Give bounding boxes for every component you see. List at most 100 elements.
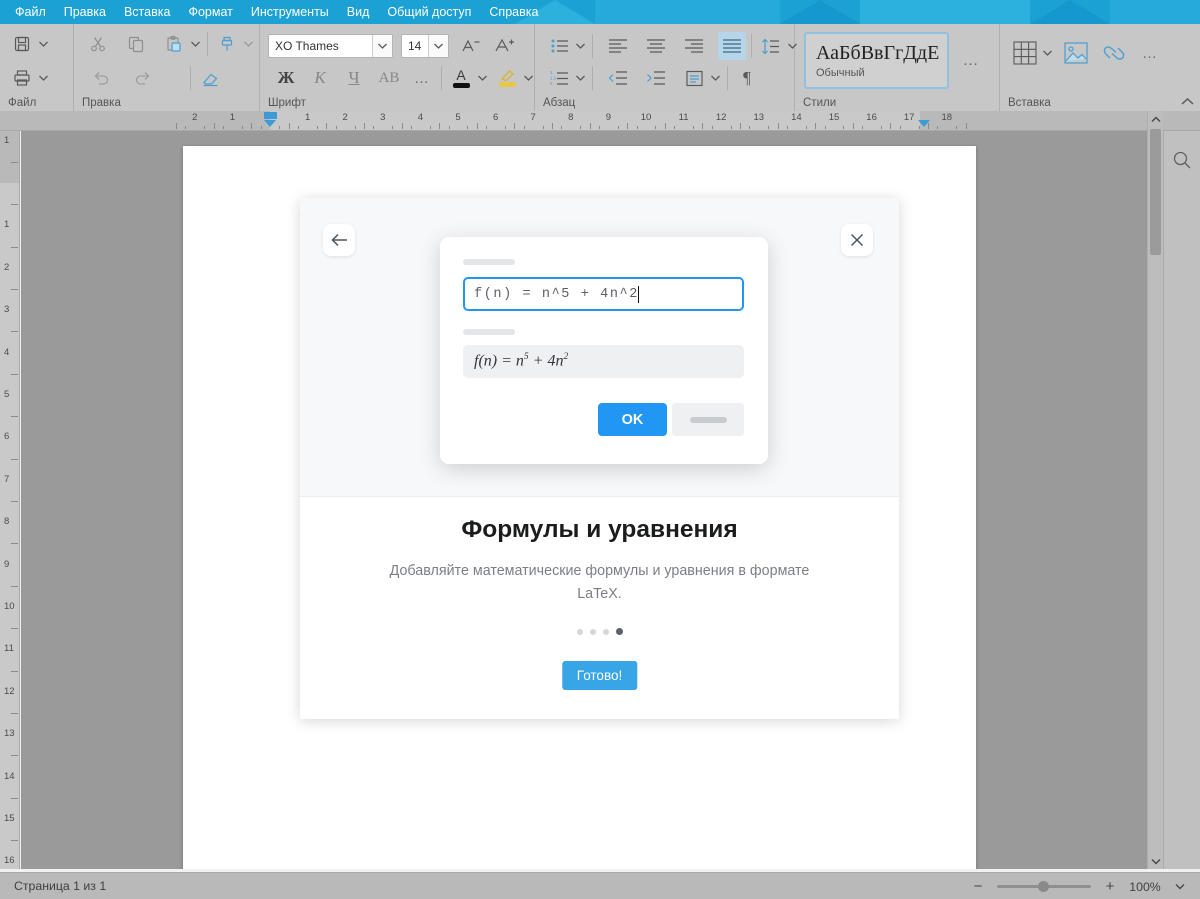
align-left-icon[interactable] — [604, 32, 632, 60]
font-size-caret[interactable] — [428, 35, 448, 57]
ribbon-collapse-button[interactable] — [1181, 95, 1194, 109]
bullet-list-caret[interactable] — [573, 32, 587, 60]
dialog-ok-button[interactable]: OK — [598, 403, 667, 436]
menu-item-collaboration[interactable]: Общий доступ — [378, 0, 480, 24]
print-button[interactable] — [8, 64, 36, 92]
paragraph-borders-caret[interactable] — [708, 64, 722, 92]
font-size-combo[interactable]: 14 — [401, 34, 449, 58]
underline-button[interactable]: Ч — [340, 64, 368, 92]
menu-item-file[interactable]: Файл — [6, 0, 55, 24]
ruler-tick — [279, 126, 281, 129]
ribbon-group-label-insert: Вставка — [1008, 97, 1051, 109]
pagination-dot-2[interactable] — [589, 628, 596, 635]
vertical-scrollbar[interactable] — [1147, 111, 1163, 869]
style-normal-card[interactable]: АаБбВвГгДдЕ Обычный — [804, 32, 949, 89]
paste-icon[interactable] — [160, 30, 188, 58]
font-more-button[interactable]: … — [408, 64, 436, 92]
first-line-indent-marker[interactable] — [264, 112, 277, 119]
decrease-indent-icon[interactable] — [604, 64, 632, 92]
insert-hyperlink-icon[interactable] — [1098, 38, 1130, 68]
format-painter-icon[interactable] — [213, 30, 241, 58]
redo-icon[interactable] — [128, 64, 156, 92]
cut-icon[interactable] — [84, 30, 112, 58]
strikethrough-button[interactable]: AB — [374, 64, 404, 92]
scroll-up-arrow-icon[interactable] — [1148, 111, 1163, 127]
paste-dropdown-caret[interactable] — [188, 30, 202, 58]
scroll-down-arrow-icon[interactable] — [1148, 853, 1163, 869]
paragraph-borders-icon[interactable] — [680, 64, 708, 92]
bullet-list-icon[interactable] — [545, 32, 573, 60]
styles-more-button[interactable]: … — [957, 47, 985, 75]
insert-more-button[interactable]: … — [1136, 39, 1164, 67]
save-button[interactable] — [8, 30, 36, 58]
format-painter-caret[interactable] — [241, 30, 255, 58]
increase-font-size-icon[interactable] — [491, 32, 519, 60]
scrollbar-thumb[interactable] — [1150, 129, 1161, 255]
font-family-combo[interactable]: XO Thames — [268, 34, 393, 58]
vruler-tick — [11, 585, 18, 587]
onboarding-done-button[interactable]: Готово! — [561, 661, 638, 690]
style-name: Обычный — [816, 66, 865, 79]
onboarding-back-button[interactable] — [323, 224, 355, 256]
italic-button[interactable]: К — [306, 64, 334, 92]
ruler-tick — [392, 126, 394, 129]
bold-button[interactable]: Ж — [272, 64, 300, 92]
align-right-icon[interactable] — [680, 32, 708, 60]
menu-item-help[interactable]: Справка — [480, 0, 547, 24]
ribbon-group-label-paragraph: Абзац — [543, 97, 576, 109]
font-color-icon[interactable]: A — [447, 64, 475, 92]
pagination-dot-3[interactable] — [602, 628, 609, 635]
menu-item-format[interactable]: Формат — [179, 0, 241, 24]
align-justify-icon[interactable] — [718, 32, 746, 60]
left-indent-marker[interactable] — [264, 120, 276, 127]
numbered-list-caret[interactable] — [573, 64, 587, 92]
zoom-slider[interactable] — [997, 881, 1091, 892]
zoom-in-button[interactable]: + — [1098, 875, 1122, 899]
ruler-tick — [852, 123, 854, 129]
latex-input-field[interactable]: f(n) = n^5 + 4n^2 — [463, 277, 744, 311]
horizontal-ruler[interactable]: 2 1 1 2 3 4 5 6 7 8 9 10 11 12 13 14 15 16 17 18 — [0, 111, 1200, 131]
highlight-color-icon[interactable] — [493, 64, 521, 92]
insert-image-icon[interactable] — [1060, 38, 1092, 68]
align-center-icon[interactable] — [642, 32, 670, 60]
font-color-caret[interactable] — [475, 64, 489, 92]
pagination-dot-4[interactable] — [615, 628, 623, 635]
svg-text:2.: 2. — [550, 81, 554, 86]
ruler-number: 17 — [903, 112, 915, 123]
vruler-tick — [11, 797, 18, 799]
clear-formatting-icon[interactable] — [196, 64, 224, 92]
font-color-swatch — [452, 82, 470, 88]
ruler-tick — [223, 126, 224, 129]
save-dropdown-caret[interactable] — [36, 30, 50, 58]
font-family-caret[interactable] — [372, 35, 392, 57]
right-indent-marker[interactable] — [918, 120, 930, 127]
ruler-number: 3 — [380, 112, 386, 123]
status-bar: Страница 1 из 1 − + 100% — [0, 872, 1200, 899]
menu-item-edit[interactable]: Правка — [55, 0, 115, 24]
ruler-tick — [514, 123, 516, 129]
zoom-dropdown-caret[interactable] — [1168, 875, 1192, 899]
insert-table-icon[interactable] — [1010, 38, 1040, 68]
undo-icon[interactable] — [88, 64, 116, 92]
pagination-dot-1[interactable] — [576, 628, 583, 635]
latex-input-value: f(n) = n^5 + 4n^2 — [474, 286, 639, 302]
highlight-color-caret[interactable] — [521, 64, 535, 92]
print-dropdown-caret[interactable] — [36, 64, 50, 92]
numbered-list-icon[interactable]: 1. 1.1 2. — [545, 64, 573, 92]
zoom-out-button[interactable]: − — [966, 875, 990, 899]
search-icon[interactable] — [1167, 145, 1197, 175]
menu-item-tools[interactable]: Инструменты — [242, 0, 338, 24]
zoom-slider-thumb[interactable] — [1038, 881, 1050, 892]
menu-item-view[interactable]: Вид — [338, 0, 379, 24]
line-spacing-icon[interactable] — [757, 32, 785, 60]
increase-indent-icon[interactable] — [642, 64, 670, 92]
show-formatting-marks-icon[interactable]: ¶ — [733, 64, 761, 92]
decrease-font-size-icon[interactable] — [457, 32, 485, 60]
ruler-tick — [523, 126, 525, 129]
vertical-ruler[interactable]: 1 1 2 3 4 5 6 7 8 9 10 11 12 13 14 15 16 — [0, 131, 20, 869]
onboarding-close-button[interactable] — [841, 224, 873, 256]
menu-item-insert[interactable]: Вставка — [115, 0, 179, 24]
dialog-cancel-button[interactable] — [672, 403, 744, 436]
copy-icon[interactable] — [122, 30, 150, 58]
insert-table-caret[interactable] — [1040, 38, 1054, 68]
